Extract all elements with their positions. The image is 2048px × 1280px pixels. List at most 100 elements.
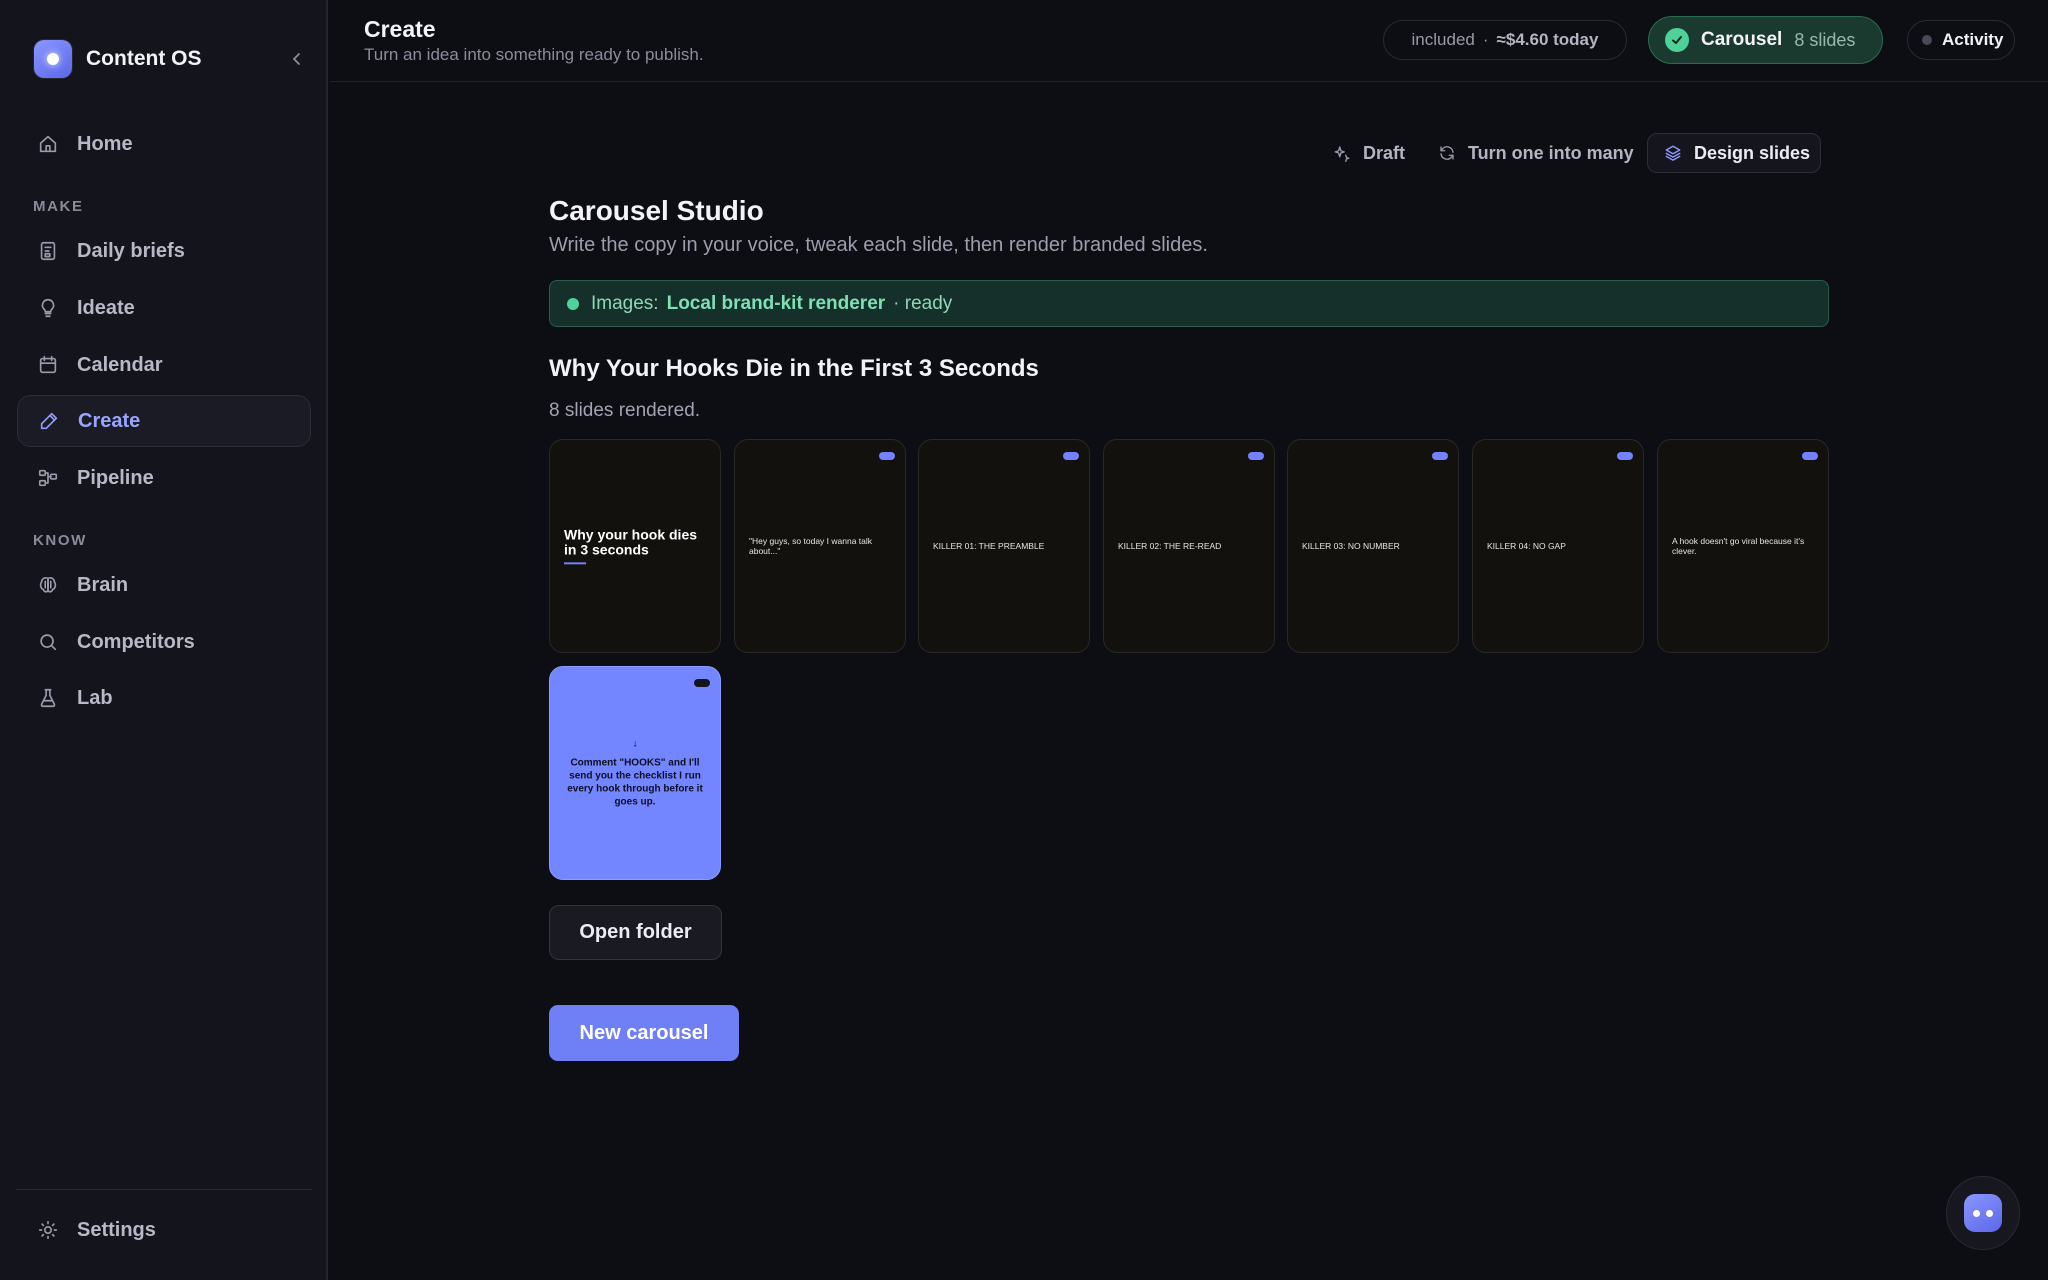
slide-badge <box>694 679 710 687</box>
slide-text: KILLER 04: NO GAP <box>1487 540 1566 551</box>
renderer-name: Local brand-kit renderer <box>666 292 886 314</box>
slide-accent-line <box>564 562 586 565</box>
carousel-status-badge[interactable]: Carousel 8 slides <box>1648 16 1883 64</box>
sidebar-item-label: Competitors <box>77 630 195 653</box>
slide-text: KILLER 02: THE RE-READ <box>1118 540 1222 551</box>
pipeline-icon <box>38 469 58 487</box>
sidebar-divider <box>16 1189 312 1190</box>
calendar-icon <box>39 355 57 374</box>
document-icon <box>40 241 56 261</box>
slide-thumbnail-7[interactable]: A hook doesn't go viral because it's cle… <box>1657 439 1829 653</box>
slide-thumbnail-3[interactable]: KILLER 01: THE PREAMBLE <box>918 439 1090 653</box>
studio-title: Carousel Studio <box>549 195 764 226</box>
carousel-title: Why Your Hooks Die in the First 3 Second… <box>549 355 1039 382</box>
studio-subtitle: Write the copy in your voice, tweak each… <box>549 234 1208 256</box>
slide-thumbnail-4[interactable]: KILLER 02: THE RE-READ <box>1103 439 1275 653</box>
renderer-status-dot <box>567 297 579 310</box>
sidebar-item-label: Pipeline <box>77 466 154 489</box>
sidebar-item-label: Settings <box>77 1218 156 1241</box>
design-slides-label: Design slides <box>1694 142 1811 163</box>
render-status: 8 slides rendered. <box>549 400 701 421</box>
draft-label: Draft <box>1363 142 1406 163</box>
sidebar-item-daily-briefs[interactable]: Daily briefs <box>17 225 311 277</box>
sidebar-item-label: Create <box>78 409 141 432</box>
app-logo-icon <box>34 40 72 78</box>
slide-badge <box>879 452 895 460</box>
slide-text: "Hey guys, so today I wanna talk about..… <box>749 535 873 556</box>
slide-thumbnail-2[interactable]: "Hey guys, so today I wanna talk about..… <box>734 439 906 653</box>
cost-separator: · <box>1482 30 1489 49</box>
sidebar-item-ideate[interactable]: Ideate <box>17 282 311 334</box>
sparkle-icon <box>1334 146 1350 162</box>
draft-button[interactable]: Draft <box>1333 133 1405 173</box>
turn-one-into-many-button[interactable]: Turn one into many <box>1438 133 1634 173</box>
sidebar-item-label: Ideate <box>77 296 135 319</box>
flask-icon <box>40 688 56 708</box>
arrow-down-icon: ↓ <box>632 738 638 750</box>
slide-badge <box>1617 452 1633 460</box>
turn-one-into-many-label: Turn one into many <box>1468 142 1634 163</box>
banner-prefix: Images: <box>591 292 659 314</box>
pencil-icon <box>40 412 58 430</box>
page-title: Create <box>364 16 436 42</box>
slide-badge <box>1063 452 1079 460</box>
slide-thumbnail-5[interactable]: KILLER 03: NO NUMBER <box>1287 439 1459 653</box>
sidebar-item-pipeline[interactable]: Pipeline <box>17 452 311 504</box>
cost-included-label: included <box>1411 30 1475 49</box>
app-name: Content OS <box>86 47 202 70</box>
top-header: Create Turn an idea into something ready… <box>330 0 2048 82</box>
slide-cover-title: Why your hook dies in 3 seconds <box>564 526 698 557</box>
assistant-bot-icon <box>1964 1194 2002 1232</box>
slide-badge <box>1802 452 1818 460</box>
sidebar-item-settings[interactable]: Settings <box>17 1204 311 1256</box>
activity-label: Activity <box>1942 30 2004 49</box>
sidebar-item-create[interactable]: Create <box>17 395 311 447</box>
section-label-make: MAKE <box>33 198 84 215</box>
assistant-launcher-button[interactable] <box>1946 1176 2020 1250</box>
sun-gear-icon <box>38 1220 58 1240</box>
page-subtitle: Turn an idea into something ready to pub… <box>364 45 704 64</box>
check-icon <box>1665 28 1689 52</box>
slide-thumbnail-8[interactable]: ↓ Comment "HOOKS" and I'll send you the … <box>549 666 721 880</box>
section-label-know: KNOW <box>33 532 87 549</box>
slide-cta-text: Comment "HOOKS" and I'll send you the ch… <box>567 757 703 808</box>
slide-text: KILLER 01: THE PREAMBLE <box>933 540 1045 551</box>
sidebar: Content OS Home MAKE Daily briefs Ideate… <box>0 0 328 1280</box>
slide-thumbnail-1[interactable]: Why your hook dies in 3 seconds <box>549 439 721 653</box>
lightbulb-icon <box>41 298 55 318</box>
sidebar-item-competitors[interactable]: Competitors <box>17 616 311 668</box>
search-icon <box>40 634 57 651</box>
slide-text: Why your hook dies in 3 seconds <box>564 526 706 565</box>
sidebar-item-label: Brain <box>77 573 129 596</box>
layers-icon <box>1665 145 1681 161</box>
collapse-sidebar-icon[interactable] <box>286 48 308 70</box>
design-slides-button[interactable]: Design slides <box>1647 133 1821 173</box>
slide-thumbnail-6[interactable]: KILLER 04: NO GAP <box>1472 439 1644 653</box>
slide-badge <box>1432 452 1448 460</box>
open-folder-button[interactable]: Open folder <box>549 905 722 960</box>
renderer-status-banner: Images: Local brand-kit renderer · ready <box>549 280 1829 327</box>
slide-text: KILLER 03: NO NUMBER <box>1302 540 1400 551</box>
sidebar-item-calendar[interactable]: Calendar <box>17 339 311 391</box>
carousel-slide-count: 8 slides <box>1794 29 1856 50</box>
activity-status-dot <box>1922 35 1932 45</box>
new-carousel-button[interactable]: New carousel <box>549 1005 739 1061</box>
sidebar-item-lab[interactable]: Lab <box>17 672 311 724</box>
sidebar-item-label: Lab <box>77 686 113 709</box>
refresh-icon <box>1440 146 1454 160</box>
sidebar-item-label: Daily briefs <box>77 239 185 262</box>
sidebar-item-label: Calendar <box>77 353 163 376</box>
sidebar-item-home[interactable]: Home <box>17 118 311 170</box>
brain-icon <box>39 577 57 593</box>
renderer-status: · ready <box>893 292 953 314</box>
slide-badge <box>1248 452 1264 460</box>
home-icon <box>39 135 57 153</box>
brand[interactable]: Content OS <box>34 40 202 78</box>
sidebar-item-label: Home <box>77 132 133 155</box>
carousel-status-label: Carousel <box>1701 29 1783 50</box>
cost-badge[interactable]: included · ≈$4.60 today <box>1383 20 1627 60</box>
slide-text: A hook doesn't go viral because it's cle… <box>1672 535 1805 556</box>
cost-today-value: ≈$4.60 today <box>1496 30 1599 49</box>
sidebar-item-brain[interactable]: Brain <box>17 559 311 611</box>
activity-button[interactable]: Activity <box>1907 20 2015 60</box>
